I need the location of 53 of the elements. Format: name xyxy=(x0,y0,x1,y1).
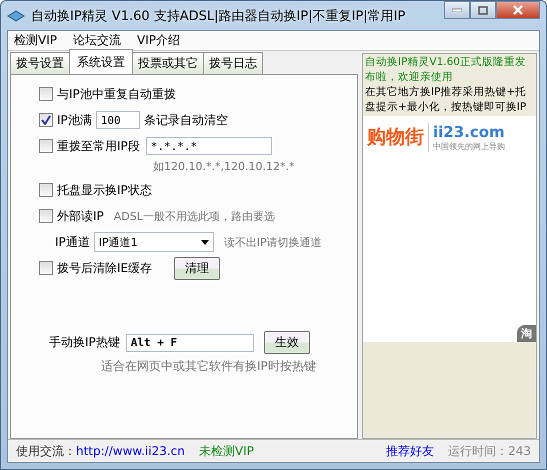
close-button[interactable] xyxy=(496,1,540,19)
field-label: IP通道 xyxy=(55,234,90,250)
checkbox[interactable] xyxy=(39,209,53,223)
checkbox-label: 重拨至常用IP段 xyxy=(57,138,140,154)
note-text: ADSL一般不用选此项，路由要选 xyxy=(114,208,275,224)
clear-button[interactable]: 清理 xyxy=(174,256,220,280)
apply-button[interactable]: 生效 xyxy=(264,331,310,354)
status-label: 使用交流： xyxy=(16,442,76,460)
checkbox-label: IP池满 xyxy=(57,112,92,128)
channel-dropdown[interactable]: IP通道1 xyxy=(94,232,214,252)
vip-status: 未检测VIP xyxy=(198,442,254,460)
notice-headline: 自动换IP精灵V1.60正式版隆重发布啦，欢迎亲使用 xyxy=(365,55,527,85)
checkbox-label: 外部读IP xyxy=(57,208,104,224)
checkbox-label: 与IP池中重复自动重拨 xyxy=(57,86,176,102)
tab[interactable]: 系统设置 xyxy=(69,49,133,74)
tab[interactable]: 投票或其它 xyxy=(132,52,204,74)
checkbox[interactable] xyxy=(39,139,53,153)
maximize-button[interactable] xyxy=(470,1,496,19)
tab[interactable]: 拨号日志 xyxy=(203,52,263,74)
tab[interactable]: 拨号设置 xyxy=(10,52,70,74)
banner-domain: ii23.com xyxy=(433,122,505,140)
checkbox-label: 拨号后清除IE缓存 xyxy=(57,260,152,276)
side-tab[interactable]: 淘 xyxy=(517,325,536,342)
hotkey-field[interactable]: Alt + F xyxy=(126,334,254,352)
hint-text: 适合在网页中或其它软件有换IP时按热键 xyxy=(100,358,317,375)
status-link[interactable]: http://www.ii23.cn xyxy=(76,444,185,458)
hint-text: 如120.10.*.*,120.10.12*.* xyxy=(152,159,296,175)
menu-item[interactable]: 论坛交流 xyxy=(72,32,121,49)
field-label: 条记录自动清空 xyxy=(144,112,228,128)
dropdown-arrow-icon xyxy=(200,240,209,244)
minimize-button[interactable] xyxy=(444,1,470,19)
close-icon xyxy=(512,5,524,15)
field-label: 手动换IP热键 xyxy=(49,334,120,351)
menu-item[interactable]: 检测VIP xyxy=(14,32,57,49)
count-field[interactable]: 100 xyxy=(96,111,140,129)
checkbox[interactable] xyxy=(39,87,53,101)
banner-slogan: 中国领先的网上导购 xyxy=(433,140,505,152)
minimize-icon xyxy=(452,8,462,12)
checkbox-label: 托盘显示换IP状态 xyxy=(57,182,152,198)
app-icon xyxy=(7,8,25,22)
menu-item[interactable]: VIP介绍 xyxy=(136,32,180,49)
checkmark-icon xyxy=(41,115,51,125)
checkbox[interactable] xyxy=(39,113,53,127)
checkbox[interactable] xyxy=(39,261,53,275)
promo-link[interactable]: 推荐好友 xyxy=(386,442,434,460)
window-title: 自动换IP精灵 V1.60 支持ADSL|路由器自动换IP|不重复IP|常用IP xyxy=(31,8,406,24)
ip-range-field[interactable]: *.*.*.* xyxy=(146,137,272,155)
note-text: 读不出IP请切换通道 xyxy=(224,234,322,250)
banner-brand: 购物街 xyxy=(367,125,424,150)
notice-text: 在其它地方换IP推荐采用热键+托盘提示+最小化，按热键即可换IP xyxy=(365,85,528,115)
checkbox[interactable] xyxy=(39,183,53,197)
runtime-text: 运行时间：243 xyxy=(448,442,531,460)
maximize-icon xyxy=(478,6,488,14)
